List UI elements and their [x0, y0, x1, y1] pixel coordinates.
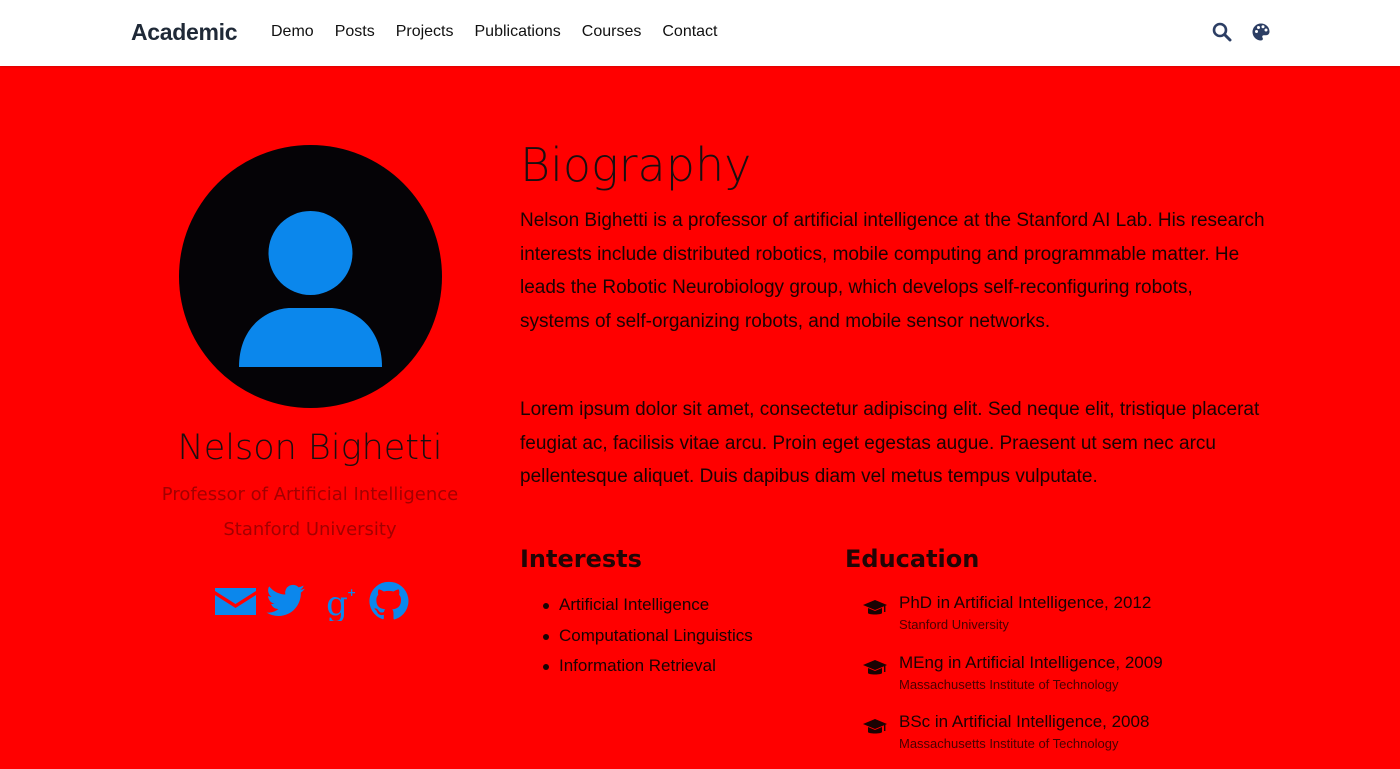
nav-link-contact[interactable]: Contact	[662, 23, 717, 41]
palette-icon[interactable]	[1251, 22, 1271, 42]
biography-paragraph: Nelson Bighetti is a professor of artifi…	[520, 210, 1265, 333]
profile-role: Professor of Artificial Intelligence	[161, 484, 459, 505]
education-institution: Stanford University	[899, 617, 1009, 632]
education-list: PhD in Artificial Intelligence, 2012 Sta…	[862, 590, 1163, 769]
nav-link-publications[interactable]: Publications	[475, 23, 561, 41]
search-icon[interactable]	[1212, 22, 1232, 42]
graduation-cap-icon	[862, 717, 888, 737]
social-links: g +	[214, 581, 410, 624]
education-title: Education	[845, 545, 980, 573]
envelope-icon[interactable]	[214, 581, 257, 621]
graduation-cap-icon	[862, 658, 888, 678]
github-icon[interactable]	[367, 581, 410, 621]
education-course: BSc in Artificial Intelligence, 2008	[899, 712, 1150, 731]
profile-organization[interactable]: Stanford University	[110, 519, 510, 540]
twitter-icon[interactable]	[265, 581, 308, 621]
education-institution: Massachusetts Institute of Technology	[899, 736, 1119, 751]
navbar: Academic Demo Posts Projects Publication…	[0, 0, 1400, 66]
nav-link-posts[interactable]: Posts	[335, 23, 375, 41]
education-course: MEng in Artificial Intelligence, 2009	[899, 652, 1163, 672]
interests-title: Interests	[520, 545, 642, 573]
interests-list: Artificial Intelligence Computational Li…	[540, 590, 753, 682]
nav-actions	[1212, 22, 1271, 42]
biography-title: Biography	[520, 138, 752, 192]
biography-paragraph: Lorem ipsum dolor sit amet, consectetur …	[520, 399, 1260, 488]
education-item: MEng in Artificial Intelligence, 2009 Ma…	[862, 650, 1163, 710]
nav-link-demo[interactable]: Demo	[271, 23, 314, 41]
interest-item: Computational Linguistics	[540, 621, 753, 652]
nav-links: Demo Posts Projects Publications Courses…	[271, 23, 739, 41]
google-scholar-icon[interactable]: g +	[316, 581, 359, 624]
nav-link-projects[interactable]: Projects	[396, 23, 454, 41]
interest-item: Information Retrieval	[540, 651, 753, 682]
svg-text:+: +	[347, 586, 356, 599]
nav-link-courses[interactable]: Courses	[582, 23, 642, 41]
education-item: BSc in Artificial Intelligence, 2008 Mas…	[862, 709, 1163, 769]
avatar	[179, 145, 442, 408]
interest-item: Artificial Intelligence	[540, 590, 753, 621]
user-icon	[239, 211, 382, 367]
svg-text:g: g	[326, 584, 348, 621]
brand-logo[interactable]: Academic	[131, 19, 238, 46]
graduation-cap-icon	[862, 598, 888, 618]
profile-name: Nelson Bighetti	[177, 428, 443, 468]
education-item: PhD in Artificial Intelligence, 2012 Sta…	[862, 590, 1163, 650]
education-course: PhD in Artificial Intelligence, 2012	[899, 593, 1152, 612]
education-institution: Massachusetts Institute of Technology	[899, 676, 1119, 692]
